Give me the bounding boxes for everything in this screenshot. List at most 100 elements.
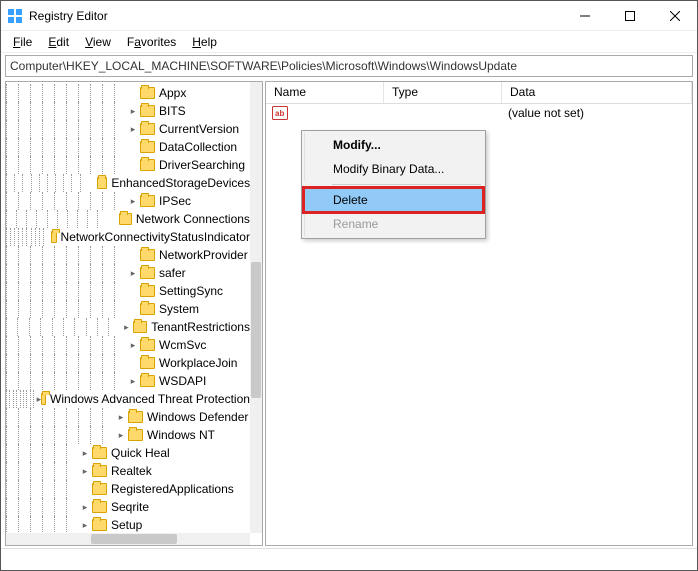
close-button[interactable] bbox=[652, 1, 697, 31]
tree-item[interactable]: SettingSync bbox=[6, 282, 250, 300]
ctx-modify[interactable]: Modify... bbox=[304, 133, 483, 157]
cell-data: (value not set) bbox=[500, 106, 592, 120]
tree-item[interactable]: Seqrite bbox=[6, 498, 250, 516]
chevron-right-icon[interactable] bbox=[126, 104, 140, 118]
tree-item-label: NetworkProvider bbox=[159, 248, 248, 262]
folder-icon bbox=[51, 231, 57, 243]
menu-edit[interactable]: Edit bbox=[42, 33, 75, 51]
chevron-right-icon[interactable] bbox=[114, 410, 128, 424]
list-pane: Name Type Data ab (value not set) Modify… bbox=[265, 81, 693, 546]
ctx-delete[interactable]: Delete bbox=[304, 188, 483, 212]
address-bar[interactable]: Computer\HKEY_LOCAL_MACHINE\SOFTWARE\Pol… bbox=[5, 55, 693, 77]
column-name[interactable]: Name bbox=[266, 82, 384, 103]
chevron-right-icon[interactable] bbox=[120, 320, 133, 334]
column-type[interactable]: Type bbox=[384, 82, 502, 103]
tree-item-label: Quick Heal bbox=[111, 446, 170, 460]
tree-item[interactable]: Quick Heal bbox=[6, 444, 250, 462]
chevron-right-icon[interactable] bbox=[78, 464, 92, 478]
tree-item-label: DataCollection bbox=[159, 140, 237, 154]
tree-item[interactable]: Realtek bbox=[6, 462, 250, 480]
list-row[interactable]: ab (value not set) bbox=[266, 104, 692, 122]
tree-item[interactable]: EnhancedStorageDevices bbox=[6, 174, 250, 192]
tree-scrollbar-vertical[interactable] bbox=[250, 82, 262, 533]
tree-item[interactable]: WSDAPI bbox=[6, 372, 250, 390]
menu-file[interactable]: File bbox=[7, 33, 38, 51]
folder-icon bbox=[140, 285, 155, 297]
chevron-right-icon[interactable] bbox=[126, 374, 140, 388]
tree-item[interactable]: Network Connections bbox=[6, 210, 250, 228]
chevron-right-icon[interactable] bbox=[126, 194, 140, 208]
app-icon bbox=[7, 8, 23, 24]
tree-item[interactable]: Windows NT bbox=[6, 426, 250, 444]
tree-twisty-none bbox=[126, 248, 140, 262]
folder-icon bbox=[92, 447, 107, 459]
context-menu: Modify... Modify Binary Data... Delete R… bbox=[301, 130, 486, 239]
ctx-rename[interactable]: Rename bbox=[304, 212, 483, 236]
menu-bar: File Edit View Favorites Help bbox=[1, 31, 697, 53]
folder-icon bbox=[128, 411, 143, 423]
tree-item[interactable]: NetworkProvider bbox=[6, 246, 250, 264]
chevron-right-icon[interactable] bbox=[114, 428, 128, 442]
chevron-right-icon[interactable] bbox=[78, 446, 92, 460]
folder-icon bbox=[92, 483, 107, 495]
tree-item[interactable]: Setup bbox=[6, 516, 250, 533]
tree-item[interactable]: DataCollection bbox=[6, 138, 250, 156]
menu-help[interactable]: Help bbox=[186, 33, 223, 51]
ctx-separator bbox=[332, 184, 481, 185]
tree-item-label: WorkplaceJoin bbox=[159, 356, 237, 370]
minimize-button[interactable] bbox=[562, 1, 607, 31]
string-value-icon: ab bbox=[272, 106, 288, 120]
chevron-right-icon[interactable] bbox=[78, 500, 92, 514]
tree-item[interactable]: RegisteredApplications bbox=[6, 480, 250, 498]
tree-item[interactable]: Appx bbox=[6, 84, 250, 102]
tree-item-label: Windows Advanced Threat Protection bbox=[50, 392, 250, 406]
tree-item[interactable]: IPSec bbox=[6, 192, 250, 210]
tree-item[interactable]: WcmSvc bbox=[6, 336, 250, 354]
tree-item[interactable]: System bbox=[6, 300, 250, 318]
tree-item[interactable]: DriverSearching bbox=[6, 156, 250, 174]
status-bar bbox=[1, 548, 697, 570]
tree-item-label: Seqrite bbox=[111, 500, 149, 514]
folder-icon bbox=[92, 519, 107, 531]
tree-item[interactable]: TenantRestrictions bbox=[6, 318, 250, 336]
tree-item[interactable]: BITS bbox=[6, 102, 250, 120]
chevron-right-icon[interactable] bbox=[126, 122, 140, 136]
tree-item-label: SettingSync bbox=[159, 284, 223, 298]
chevron-right-icon[interactable] bbox=[126, 266, 140, 280]
tree-item[interactable]: CurrentVersion bbox=[6, 120, 250, 138]
menu-view[interactable]: View bbox=[79, 33, 117, 51]
tree-item-label: Network Connections bbox=[136, 212, 250, 226]
list-header: Name Type Data bbox=[266, 82, 692, 104]
svg-text:ab: ab bbox=[275, 109, 284, 118]
tree-item-label: Appx bbox=[159, 86, 186, 100]
tree-item-label: CurrentVersion bbox=[159, 122, 239, 136]
tree-pane: Appx BITS CurrentVersion DataCollection Driv… bbox=[5, 81, 263, 546]
tree-item[interactable]: Windows Advanced Threat Protection bbox=[6, 390, 250, 408]
ctx-modify-binary[interactable]: Modify Binary Data... bbox=[304, 157, 483, 181]
maximize-button[interactable] bbox=[607, 1, 652, 31]
tree-scrollbar-horizontal[interactable] bbox=[6, 533, 250, 545]
folder-icon bbox=[140, 303, 155, 315]
tree-twisty-none bbox=[126, 140, 140, 154]
tree-item[interactable]: WorkplaceJoin bbox=[6, 354, 250, 372]
menu-favorites[interactable]: Favorites bbox=[121, 33, 182, 51]
tree-twisty-none bbox=[126, 302, 140, 316]
tree-item-label: DriverSearching bbox=[159, 158, 245, 172]
folder-icon bbox=[41, 393, 46, 405]
tree-item-label: Realtek bbox=[111, 464, 152, 478]
folder-icon bbox=[97, 177, 107, 189]
tree-item-label: System bbox=[159, 302, 199, 316]
registry-tree[interactable]: Appx BITS CurrentVersion DataCollection Driv… bbox=[6, 82, 250, 533]
tree-twisty-none bbox=[126, 284, 140, 298]
chevron-right-icon[interactable] bbox=[78, 518, 92, 532]
chevron-right-icon[interactable] bbox=[126, 338, 140, 352]
folder-icon bbox=[128, 429, 143, 441]
tree-item[interactable]: Windows Defender bbox=[6, 408, 250, 426]
folder-icon bbox=[140, 339, 155, 351]
tree-item[interactable]: NetworkConnectivityStatusIndicator bbox=[6, 228, 250, 246]
column-data[interactable]: Data bbox=[502, 82, 692, 103]
tree-twisty-none bbox=[126, 356, 140, 370]
tree-item[interactable]: safer bbox=[6, 264, 250, 282]
tree-twisty-none bbox=[107, 212, 119, 226]
folder-icon bbox=[140, 195, 155, 207]
